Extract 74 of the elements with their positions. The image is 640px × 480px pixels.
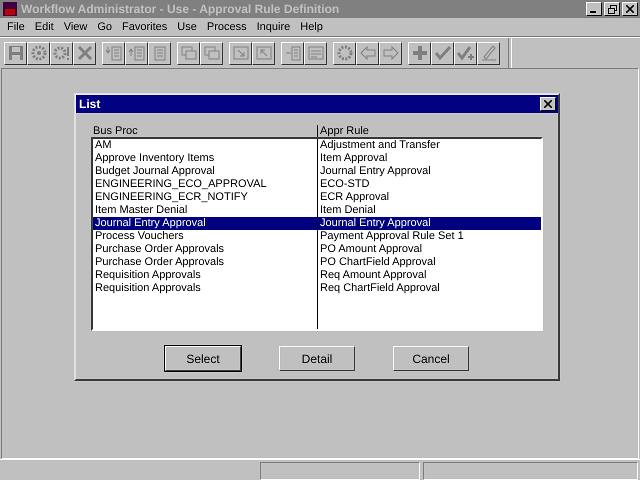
check-plus-icon xyxy=(456,43,476,63)
toolbar-button[interactable] xyxy=(177,42,200,64)
restore-button[interactable] xyxy=(604,2,620,16)
list-cell[interactable]: Journal Entry Approval xyxy=(318,217,541,230)
toolbar-button[interactable] xyxy=(102,42,125,64)
list-cell[interactable]: PO ChartField Approval xyxy=(318,256,541,269)
menu-item[interactable]: Edit xyxy=(30,21,59,33)
menu-item[interactable]: Favorites xyxy=(117,21,172,33)
close-icon xyxy=(544,100,552,108)
toolbar-button[interactable] xyxy=(200,42,223,64)
toolbar-button[interactable] xyxy=(431,42,454,64)
toolbar-button[interactable] xyxy=(229,42,252,64)
list-cell[interactable]: Req Amount Approval xyxy=(318,269,541,282)
list-cell[interactable]: Requisition Approvals xyxy=(93,282,317,295)
list-box[interactable] xyxy=(91,137,543,331)
toolbar-button[interactable] xyxy=(356,42,379,64)
list-cell[interactable]: ECO-STD xyxy=(318,178,541,191)
dialog-button[interactable]: Select xyxy=(165,346,241,371)
arrow-left-icon xyxy=(358,43,378,63)
dialog-button[interactable]: Detail xyxy=(279,346,355,371)
menu-item[interactable]: Go xyxy=(92,21,118,33)
list-cell[interactable]: Journal Entry Approval xyxy=(318,165,541,178)
list-cell[interactable]: Process Vouchers xyxy=(93,230,317,243)
toolbar-button[interactable] xyxy=(252,42,275,64)
gear-icon xyxy=(28,43,48,63)
close-icon xyxy=(626,5,634,13)
toolbar-button[interactable] xyxy=(73,42,96,64)
dialog-button[interactable]: Cancel xyxy=(393,346,469,371)
toolbar-button[interactable] xyxy=(333,42,356,64)
list-cell[interactable]: Adjustment and Transfer xyxy=(318,139,541,152)
list-cell[interactable]: ECR Approval xyxy=(318,191,541,204)
list-cell[interactable]: Journal Entry Approval xyxy=(93,217,317,230)
toolbar-button[interactable] xyxy=(27,42,50,64)
list-cell[interactable]: Purchase Order Approvals xyxy=(93,243,317,256)
list-cell[interactable]: Budget Journal Approval xyxy=(93,165,317,178)
toolbar-button[interactable] xyxy=(50,42,73,64)
list-cell[interactable]: ENGINEERING_ECO_APPROVAL xyxy=(93,178,317,191)
list-cell[interactable]: Requisition Approvals xyxy=(93,269,317,282)
gear-icon xyxy=(334,43,354,63)
menu-item[interactable]: File xyxy=(2,21,30,33)
close-button[interactable] xyxy=(540,97,556,111)
toolbar-button[interactable] xyxy=(281,42,304,64)
list-cell[interactable]: Item Approval xyxy=(318,152,541,165)
menu-item[interactable]: Process xyxy=(202,21,252,33)
toolbar-button[interactable] xyxy=(379,42,402,64)
dialog-title: List xyxy=(79,97,100,111)
column-header[interactable]: Bus Proc xyxy=(91,125,317,137)
list-cell[interactable]: Item Denial xyxy=(318,204,541,217)
menu-item[interactable]: Help xyxy=(295,21,328,33)
toolbar-button[interactable] xyxy=(304,42,327,64)
toolbar-button[interactable] xyxy=(477,42,500,64)
menu-item[interactable]: Use xyxy=(172,21,202,33)
window-title: Workflow Administrator - Use - Approval Rule Definition xyxy=(21,2,340,16)
menu-item[interactable]: Inquire xyxy=(252,21,296,33)
arrow-right-icon xyxy=(380,43,400,63)
list-cell[interactable]: Purchase Order Approvals xyxy=(93,256,317,269)
list-cell[interactable]: ENGINEERING_ECR_NOTIFY xyxy=(93,191,317,204)
list-cell[interactable]: Item Master Denial xyxy=(93,204,317,217)
check-icon xyxy=(432,43,452,63)
minimize-button[interactable] xyxy=(586,2,602,16)
list-cell[interactable]: PO Amount Approval xyxy=(318,243,541,256)
toolbar-button[interactable] xyxy=(4,42,27,64)
toolbar-button[interactable] xyxy=(148,42,171,64)
toolbar-button[interactable] xyxy=(454,42,477,64)
app-icon xyxy=(2,1,18,17)
toolbar-button[interactable] xyxy=(125,42,148,64)
toolbar-button[interactable] xyxy=(408,42,431,64)
restore-icon xyxy=(608,4,616,14)
list-cell[interactable]: Payment Approval Rule Set 1 xyxy=(318,230,541,243)
list-cell[interactable]: Approve Inventory Items xyxy=(93,152,317,165)
list-cell[interactable]: AM xyxy=(93,139,317,152)
menu-item[interactable]: View xyxy=(58,21,92,33)
close-button[interactable] xyxy=(622,2,638,16)
list-cell[interactable]: Req ChartField Approval xyxy=(318,282,541,295)
